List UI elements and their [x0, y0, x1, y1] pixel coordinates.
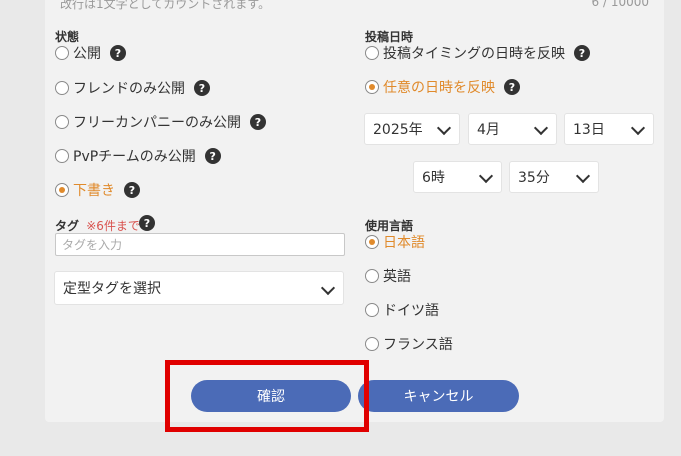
highlight-box: [165, 360, 369, 432]
radio-icon[interactable]: [365, 303, 379, 317]
language-option-label: 日本語: [383, 235, 425, 251]
help-icon[interactable]: ?: [204, 148, 221, 164]
day-select-value: 13日: [573, 122, 605, 138]
radio-icon[interactable]: [55, 115, 69, 129]
status-option-label: 下書き: [73, 183, 115, 199]
radio-icon[interactable]: [55, 149, 69, 163]
month-select[interactable]: 4月: [468, 113, 557, 145]
language-option-label: フランス語: [383, 337, 453, 353]
language-option-en[interactable]: 英語: [365, 264, 411, 288]
chevron-down-icon: [575, 168, 591, 184]
status-option-label: PvPチームのみ公開: [73, 149, 196, 165]
preset-tag-select[interactable]: 定型タグを選択: [54, 271, 344, 305]
help-icon[interactable]: ?: [194, 80, 210, 96]
chevron-down-icon: [320, 280, 336, 296]
minute-select[interactable]: 35分: [509, 161, 599, 193]
help-icon[interactable]: ?: [574, 45, 590, 61]
radio-icon[interactable]: [55, 81, 69, 95]
minute-select-value: 35分: [518, 170, 550, 186]
language-option-ja[interactable]: 日本語: [365, 230, 425, 254]
status-option-friends[interactable]: フレンドのみ公開 ?: [55, 76, 210, 100]
post-date-option-label: 投稿タイミングの日時を反映: [383, 46, 565, 62]
status-option-label: 公開: [73, 46, 101, 62]
language-option-fr[interactable]: フランス語: [365, 332, 453, 356]
preset-tag-select-value: 定型タグを選択: [63, 281, 161, 297]
tag-limit-note: ※6件まで: [86, 219, 140, 233]
help-icon[interactable]: ?: [124, 182, 140, 198]
chevron-down-icon: [533, 120, 549, 136]
radio-icon[interactable]: [55, 46, 69, 60]
help-icon[interactable]: ?: [139, 215, 155, 231]
help-icon[interactable]: ?: [110, 45, 126, 61]
radio-icon[interactable]: [365, 337, 379, 351]
status-option-fc[interactable]: フリーカンパニーのみ公開 ?: [55, 110, 266, 134]
chevron-down-icon: [630, 120, 646, 136]
cancel-button[interactable]: キャンセル: [358, 380, 519, 412]
tag-input[interactable]: [55, 233, 345, 256]
radio-icon[interactable]: [365, 46, 379, 60]
status-option-draft[interactable]: 下書き ?: [55, 178, 140, 202]
status-option-public[interactable]: 公開 ?: [55, 41, 126, 65]
post-date-option-label: 任意の日時を反映: [383, 80, 495, 96]
month-select-value: 4月: [477, 122, 500, 138]
year-select-value: 2025年: [373, 122, 423, 138]
status-option-label: フレンドのみ公開: [73, 81, 185, 97]
tag-title-row: タグ ※6件まで: [55, 217, 140, 234]
year-select[interactable]: 2025年: [364, 113, 460, 145]
chevron-down-icon: [436, 120, 452, 136]
hour-select[interactable]: 6時: [413, 161, 502, 193]
status-option-pvp[interactable]: PvPチームのみ公開 ?: [55, 144, 221, 168]
help-icon[interactable]: ?: [504, 79, 520, 95]
language-option-de[interactable]: ドイツ語: [365, 298, 439, 322]
chevron-down-icon: [478, 168, 494, 184]
radio-icon[interactable]: [365, 235, 379, 249]
post-date-option-now[interactable]: 投稿タイミングの日時を反映 ?: [365, 41, 590, 65]
hour-select-value: 6時: [422, 170, 445, 186]
tag-title: タグ: [55, 219, 80, 233]
post-date-option-custom[interactable]: 任意の日時を反映 ?: [365, 75, 520, 99]
char-counter: 6 / 10000: [591, 0, 649, 9]
language-option-label: ドイツ語: [383, 303, 439, 319]
radio-icon[interactable]: [365, 80, 379, 94]
radio-icon[interactable]: [55, 183, 69, 197]
radio-icon[interactable]: [365, 269, 379, 283]
help-icon[interactable]: ?: [250, 114, 266, 130]
language-option-label: 英語: [383, 269, 411, 285]
day-select[interactable]: 13日: [564, 113, 654, 145]
newline-note: 改行は1文字としてカウントされます。: [60, 0, 271, 11]
status-option-label: フリーカンパニーのみ公開: [73, 115, 241, 131]
